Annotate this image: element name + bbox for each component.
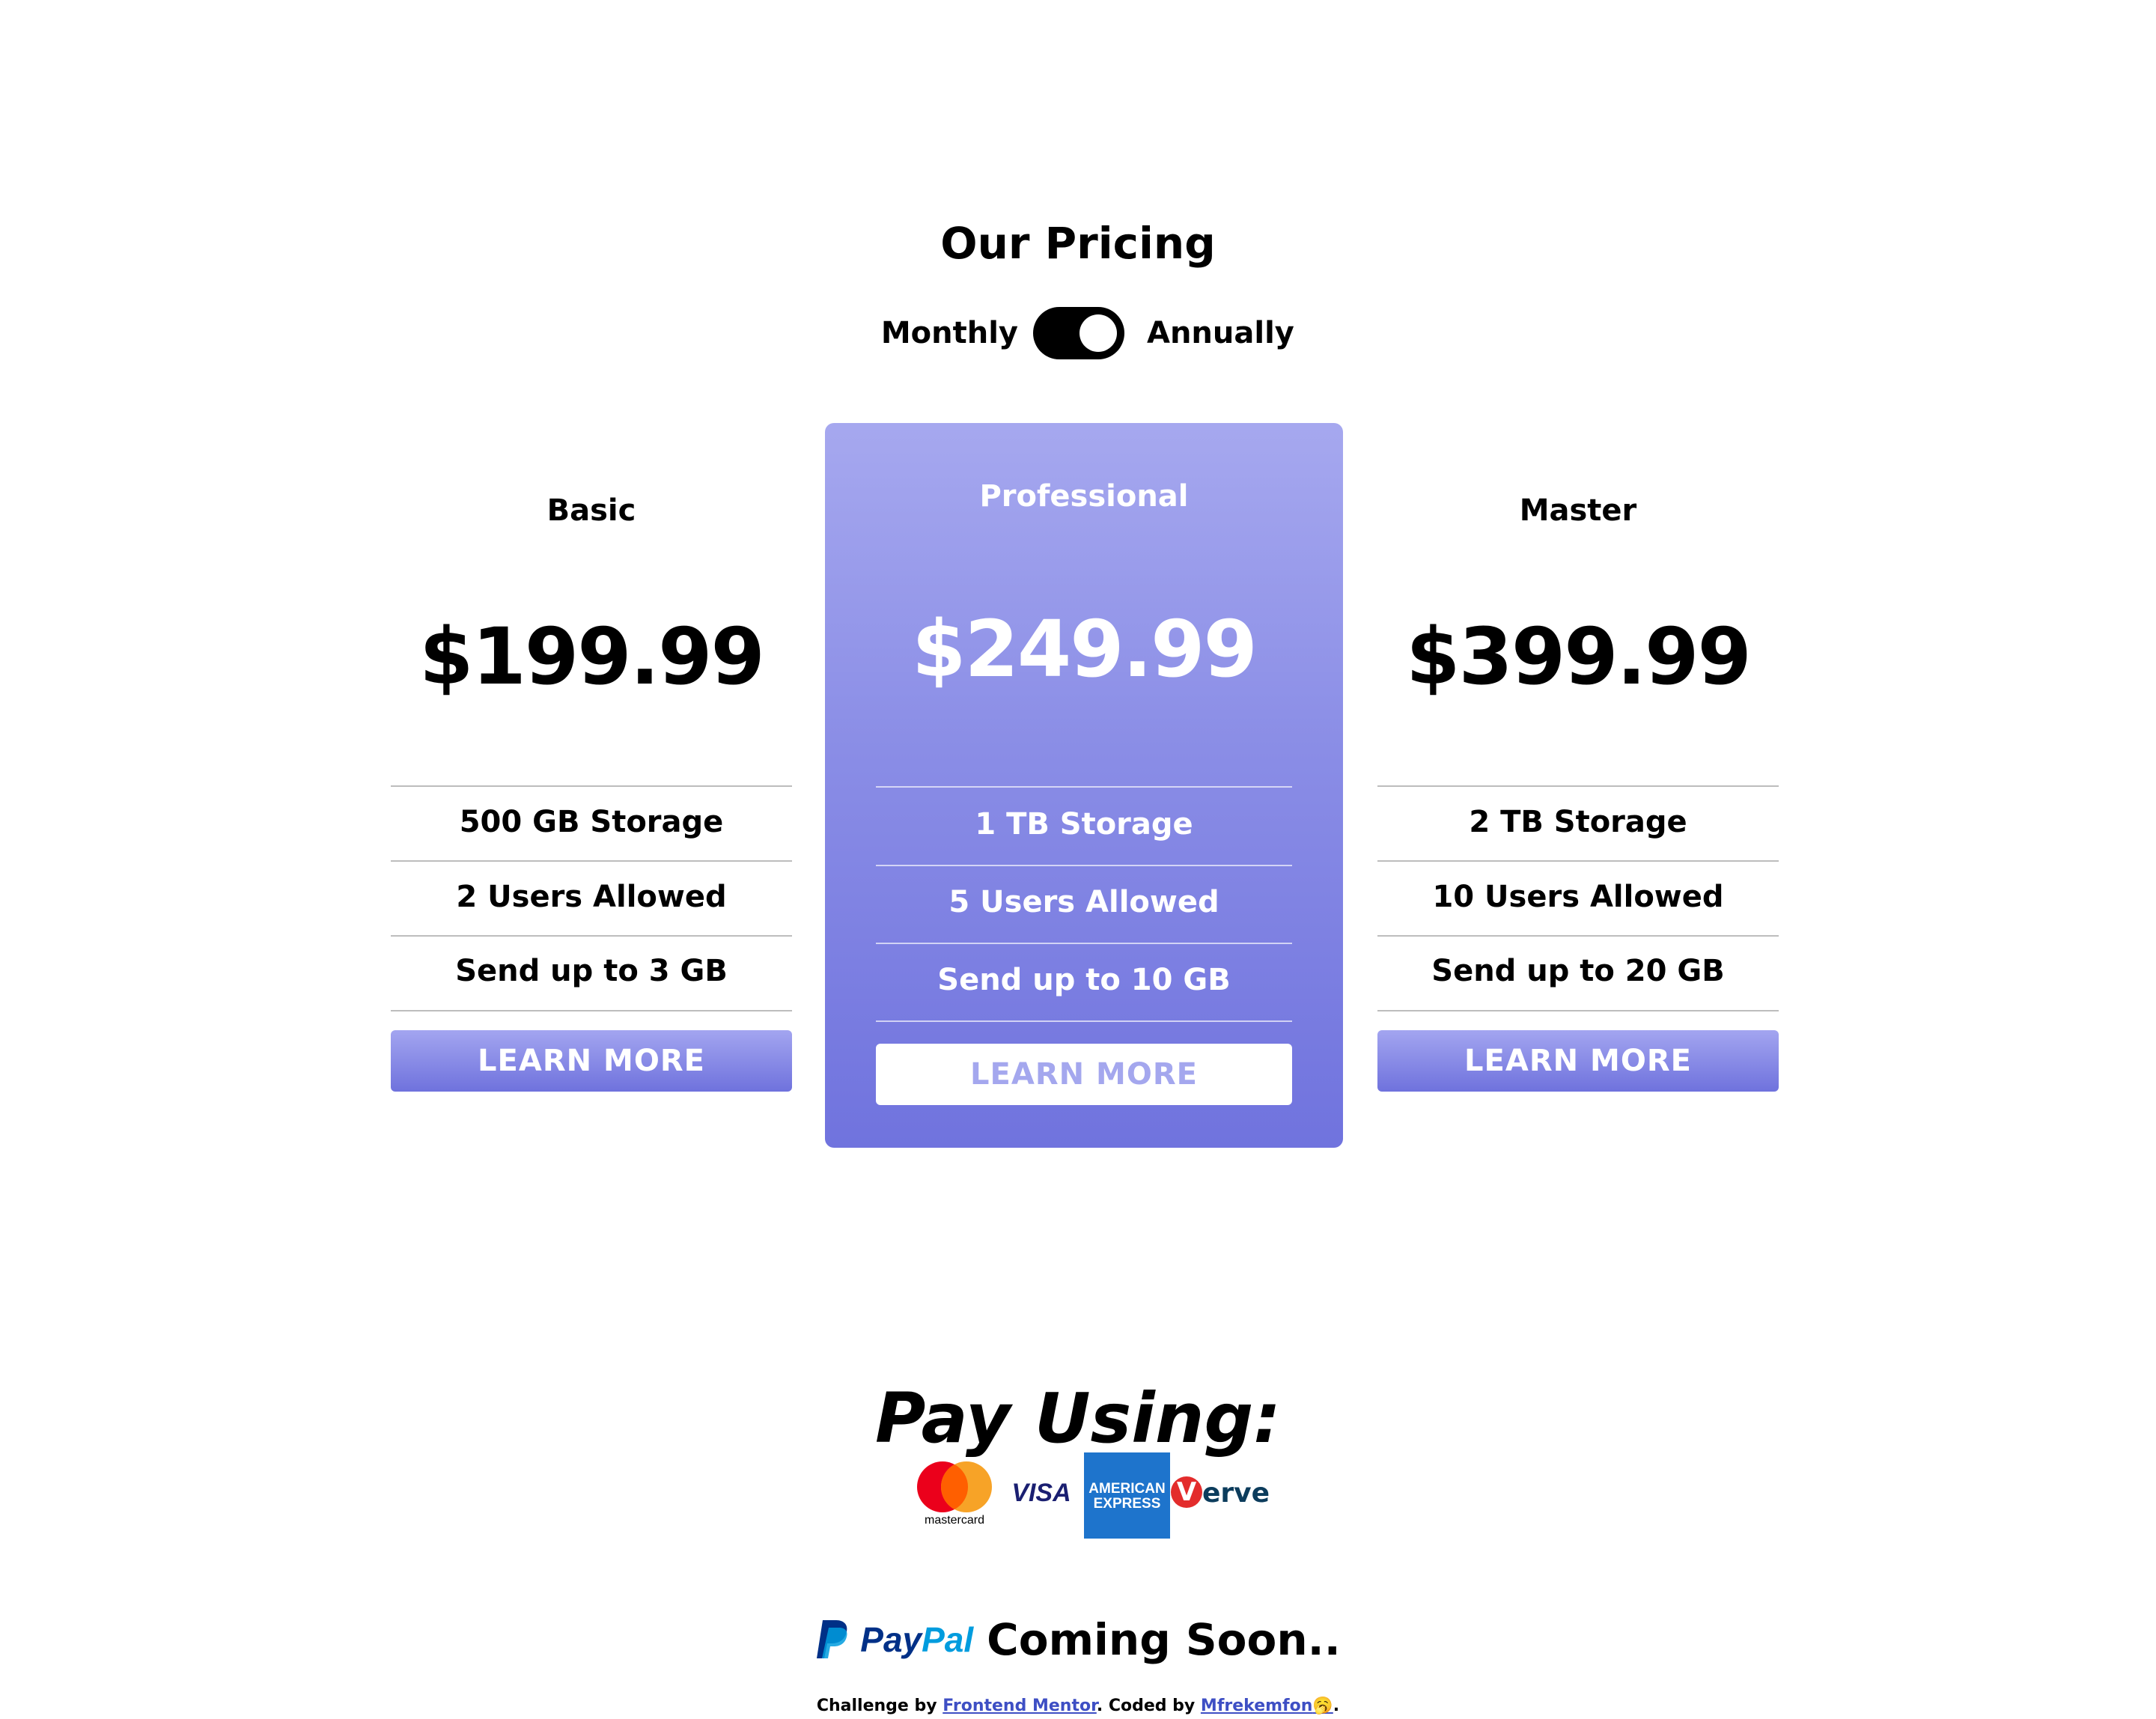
paypal-coming-soon: PayPal Coming Soon.. <box>0 1610 2156 1670</box>
toggle-label-monthly: Monthly <box>880 316 1018 350</box>
author-name: Mfrekemfon <box>1200 1697 1313 1715</box>
toggle-label-annually: Annually <box>1147 316 1294 350</box>
plan-name: Master <box>1519 493 1637 528</box>
plan-feature-users: 10 Users Allowed <box>1432 880 1724 914</box>
divider <box>391 860 792 862</box>
plan-card-master: Master $399.99 2 TB Storage 10 Users All… <box>1377 423 1779 1148</box>
visa-icon: VISA <box>1011 1479 1071 1507</box>
paypal-icon <box>817 1620 847 1658</box>
plan-card-professional: Professional $249.99 1 TB Storage 5 User… <box>825 423 1343 1148</box>
footer-prefix: Challenge by <box>816 1697 943 1715</box>
plan-feature-users: 5 Users Allowed <box>948 885 1219 919</box>
divider <box>391 785 792 787</box>
divider <box>1377 935 1779 937</box>
plan-feature-transfer: Send up to 10 GB <box>937 963 1231 997</box>
divider <box>876 1020 1292 1022</box>
paypal-wordmark: PayPal <box>860 1619 973 1660</box>
footer-middle: . Coded by <box>1096 1697 1201 1715</box>
yawning-emoji-icon: 🥱 <box>1312 1697 1333 1715</box>
plan-feature-users: 2 Users Allowed <box>456 880 727 914</box>
paypal-pal: Pal <box>922 1620 974 1659</box>
verve-wordmark: erve <box>1202 1478 1270 1509</box>
plan-feature-storage: 1 TB Storage <box>975 807 1193 842</box>
plan-feature-transfer: Send up to 3 GB <box>455 954 728 988</box>
plan-card-basic: Basic $199.99 500 GB Storage 2 Users All… <box>391 423 792 1148</box>
amex-wordmark-line1: AMERICAN <box>1088 1481 1166 1497</box>
frontend-mentor-link[interactable]: Frontend Mentor <box>943 1697 1097 1715</box>
divider <box>1377 860 1779 862</box>
billing-toggle[interactable] <box>1033 307 1124 359</box>
plan-price: $399.99 <box>1406 611 1752 702</box>
divider <box>1377 1010 1779 1011</box>
author-link[interactable]: Mfrekemfon🥱 <box>1201 1697 1333 1715</box>
verve-v-mark: V <box>1171 1476 1202 1508</box>
divider <box>876 786 1292 788</box>
paypal-pay: Pay <box>860 1620 922 1659</box>
coming-soon-text: Coming Soon.. <box>987 1614 1341 1665</box>
learn-more-button-master[interactable]: LEARN MORE <box>1377 1030 1779 1092</box>
page-title: Our Pricing <box>940 218 1216 269</box>
divider <box>391 935 792 937</box>
divider <box>876 943 1292 944</box>
mastercard-wordmark: mastercard <box>924 1514 985 1527</box>
plan-name: Professional <box>979 479 1189 514</box>
learn-more-button-basic[interactable]: LEARN MORE <box>391 1030 792 1092</box>
plan-price: $199.99 <box>419 611 765 702</box>
plan-name: Basic <box>546 493 636 528</box>
footer-suffix: . <box>1333 1697 1340 1715</box>
plan-feature-storage: 500 GB Storage <box>459 805 724 839</box>
learn-more-button-professional[interactable]: LEARN MORE <box>876 1044 1292 1105</box>
amex-wordmark-line2: EXPRESS <box>1093 1496 1161 1512</box>
toggle-knob <box>1079 314 1117 352</box>
pay-using-heading: Pay Using: <box>875 1378 1281 1458</box>
verve-icon: V erve <box>1168 1475 1270 1512</box>
plan-feature-storage: 2 TB Storage <box>1469 805 1687 839</box>
amex-icon: AMERICAN EXPRESS <box>1084 1452 1170 1539</box>
mastercard-icon: mastercard <box>910 1460 999 1527</box>
plan-price: $249.99 <box>912 603 1258 695</box>
footer-attribution: Challenge by Frontend Mentor. Coded by M… <box>0 1697 2156 1716</box>
plan-feature-transfer: Send up to 20 GB <box>1431 954 1725 988</box>
divider <box>876 865 1292 866</box>
divider <box>1377 785 1779 787</box>
divider <box>391 1010 792 1011</box>
